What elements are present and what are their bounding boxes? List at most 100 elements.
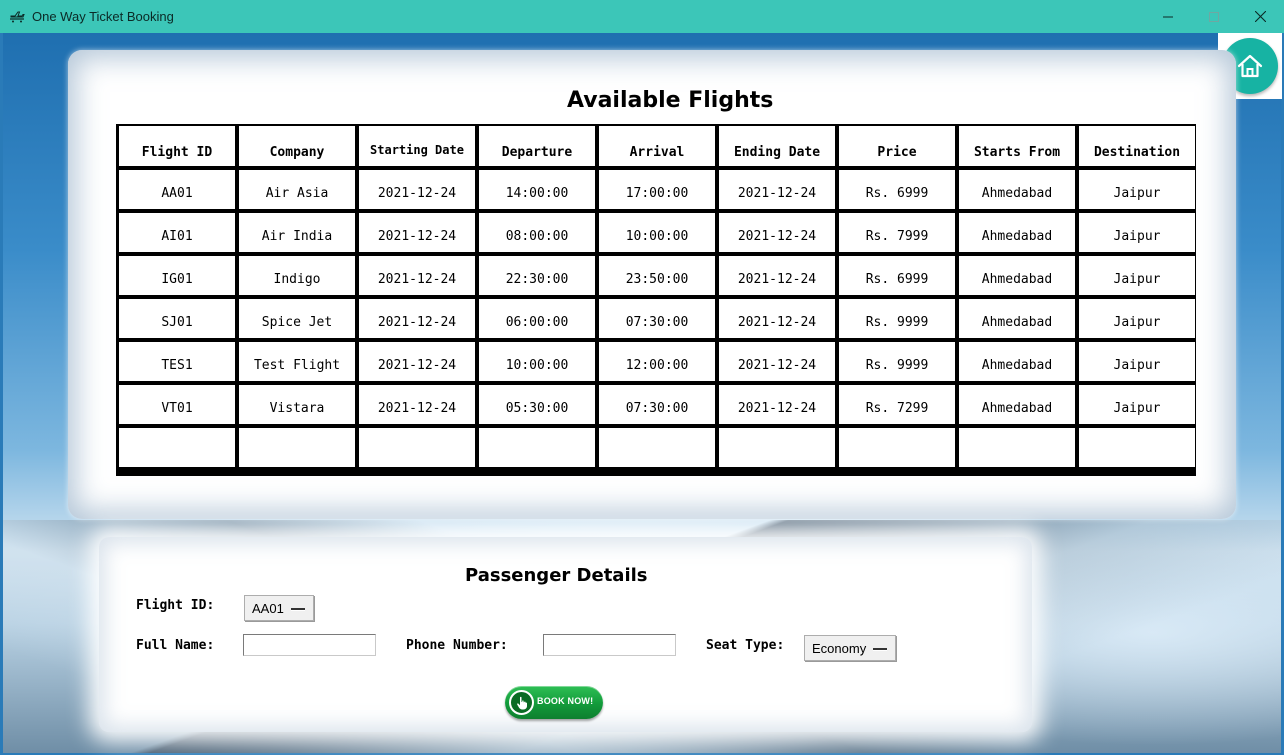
- table-cell-empty: [716, 427, 836, 468]
- seat-type-dropdown[interactable]: Economy: [804, 635, 896, 661]
- minimize-button[interactable]: [1145, 0, 1191, 33]
- table-cell: SJ01: [116, 298, 236, 339]
- dropdown-indicator-icon: [873, 648, 887, 650]
- flight-id-label: Flight ID:: [136, 598, 215, 613]
- table-cell: 2021-12-24: [356, 384, 476, 425]
- table-cell-empty: [596, 427, 716, 468]
- table-cell: 05:30:00: [476, 384, 596, 425]
- home-icon: [1237, 54, 1263, 78]
- table-cell: Test Flight: [236, 341, 356, 382]
- close-button[interactable]: [1237, 0, 1283, 33]
- table-cell: Spice Jet: [236, 298, 356, 339]
- book-now-label: BOOK NOW!: [537, 696, 594, 706]
- table-cell-empty: [956, 427, 1076, 468]
- column-header-starts-from: Starts From: [956, 125, 1076, 167]
- table-cell-empty: [116, 427, 236, 468]
- table-cell: 06:00:00: [476, 298, 596, 339]
- table-cell-empty: [836, 427, 956, 468]
- column-header-flight-id: Flight ID: [116, 125, 236, 167]
- table-cell: 2021-12-24: [356, 212, 476, 253]
- table-cell: AI01: [116, 212, 236, 253]
- table-cell: TES1: [116, 341, 236, 382]
- table-cell: 2021-12-24: [356, 169, 476, 210]
- column-header-arrival: Arrival: [596, 125, 716, 167]
- table-cell: 2021-12-24: [716, 169, 836, 210]
- table-cell-empty: [476, 427, 596, 468]
- table-cell-empty: [356, 427, 476, 468]
- table-cell: Air Asia: [236, 169, 356, 210]
- book-now-button[interactable]: BOOK NOW!: [505, 686, 603, 719]
- flights-table: Flight ID Company Starting Date Departur…: [116, 124, 1196, 476]
- table-cell: Jaipur: [1076, 212, 1196, 253]
- table-cell: 07:30:00: [596, 384, 716, 425]
- table-cell: Ahmedabad: [956, 212, 1076, 253]
- table-cell: 22:30:00: [476, 255, 596, 296]
- table-cell: 07:30:00: [596, 298, 716, 339]
- table-cell: Ahmedabad: [956, 169, 1076, 210]
- full-name-input[interactable]: [243, 634, 376, 656]
- column-header-ending-date: Ending Date: [716, 125, 836, 167]
- table-cell: IG01: [116, 255, 236, 296]
- column-header-price: Price: [836, 125, 956, 167]
- dropdown-indicator-icon: [291, 608, 305, 610]
- maximize-icon: [1209, 11, 1219, 22]
- table-cell: Jaipur: [1076, 255, 1196, 296]
- table-cell: 14:00:00: [476, 169, 596, 210]
- table-cell: Jaipur: [1076, 384, 1196, 425]
- table-cell: Rs. 6999: [836, 255, 956, 296]
- table-cell: 23:50:00: [596, 255, 716, 296]
- column-header-starting-date: Starting Date: [356, 125, 476, 167]
- table-cell: Rs. 7999: [836, 212, 956, 253]
- airplane-icon: [10, 11, 25, 23]
- title-bar: One Way Ticket Booking: [0, 0, 1284, 33]
- column-header-departure: Departure: [476, 125, 596, 167]
- table-cell: 2021-12-24: [716, 212, 836, 253]
- table-cell: Ahmedabad: [956, 341, 1076, 382]
- table-cell: Air India: [236, 212, 356, 253]
- seat-type-value: Economy: [812, 640, 867, 656]
- column-header-company: Company: [236, 125, 356, 167]
- maximize-button[interactable]: [1191, 0, 1237, 33]
- table-cell: 2021-12-24: [716, 255, 836, 296]
- hand-pointer-icon: [509, 690, 534, 715]
- table-cell: 2021-12-24: [716, 384, 836, 425]
- table-cell: 17:00:00: [596, 169, 716, 210]
- phone-number-input[interactable]: [543, 634, 676, 656]
- table-cell: 2021-12-24: [356, 255, 476, 296]
- flight-id-dropdown[interactable]: AA01: [244, 595, 314, 621]
- table-cell: 2021-12-24: [356, 298, 476, 339]
- table-cell: Ahmedabad: [956, 298, 1076, 339]
- table-cell: Indigo: [236, 255, 356, 296]
- table-cell: Rs. 6999: [836, 169, 956, 210]
- table-cell: 10:00:00: [596, 212, 716, 253]
- table-cell: Rs. 9999: [836, 298, 956, 339]
- table-cell-empty: [236, 427, 356, 468]
- window-title: One Way Ticket Booking: [32, 9, 174, 24]
- table-cell-empty: [1076, 427, 1196, 468]
- table-cell: Ahmedabad: [956, 384, 1076, 425]
- table-cell: 10:00:00: [476, 341, 596, 382]
- seat-type-label: Seat Type:: [706, 638, 785, 653]
- passenger-heading: Passenger Details: [465, 565, 648, 586]
- table-cell: 2021-12-24: [716, 298, 836, 339]
- table-cell: Jaipur: [1076, 298, 1196, 339]
- flights-heading: Available Flights: [567, 88, 774, 113]
- flight-id-value: AA01: [252, 600, 284, 616]
- table-cell: 2021-12-24: [716, 341, 836, 382]
- table-cell: 2021-12-24: [356, 341, 476, 382]
- table-cell: AA01: [116, 169, 236, 210]
- table-cell: VT01: [116, 384, 236, 425]
- table-cell: Vistara: [236, 384, 356, 425]
- table-cell: 12:00:00: [596, 341, 716, 382]
- table-cell: Rs. 9999: [836, 341, 956, 382]
- close-icon: [1254, 11, 1266, 22]
- table-cell: 08:00:00: [476, 212, 596, 253]
- table-cell: Rs. 7299: [836, 384, 956, 425]
- table-cell: Ahmedabad: [956, 255, 1076, 296]
- table-cell: Jaipur: [1076, 341, 1196, 382]
- minimize-icon: [1163, 16, 1173, 17]
- table-cell: Jaipur: [1076, 169, 1196, 210]
- column-header-destination: Destination: [1076, 125, 1196, 167]
- full-name-label: Full Name:: [136, 638, 215, 653]
- phone-number-label: Phone Number:: [406, 638, 508, 653]
